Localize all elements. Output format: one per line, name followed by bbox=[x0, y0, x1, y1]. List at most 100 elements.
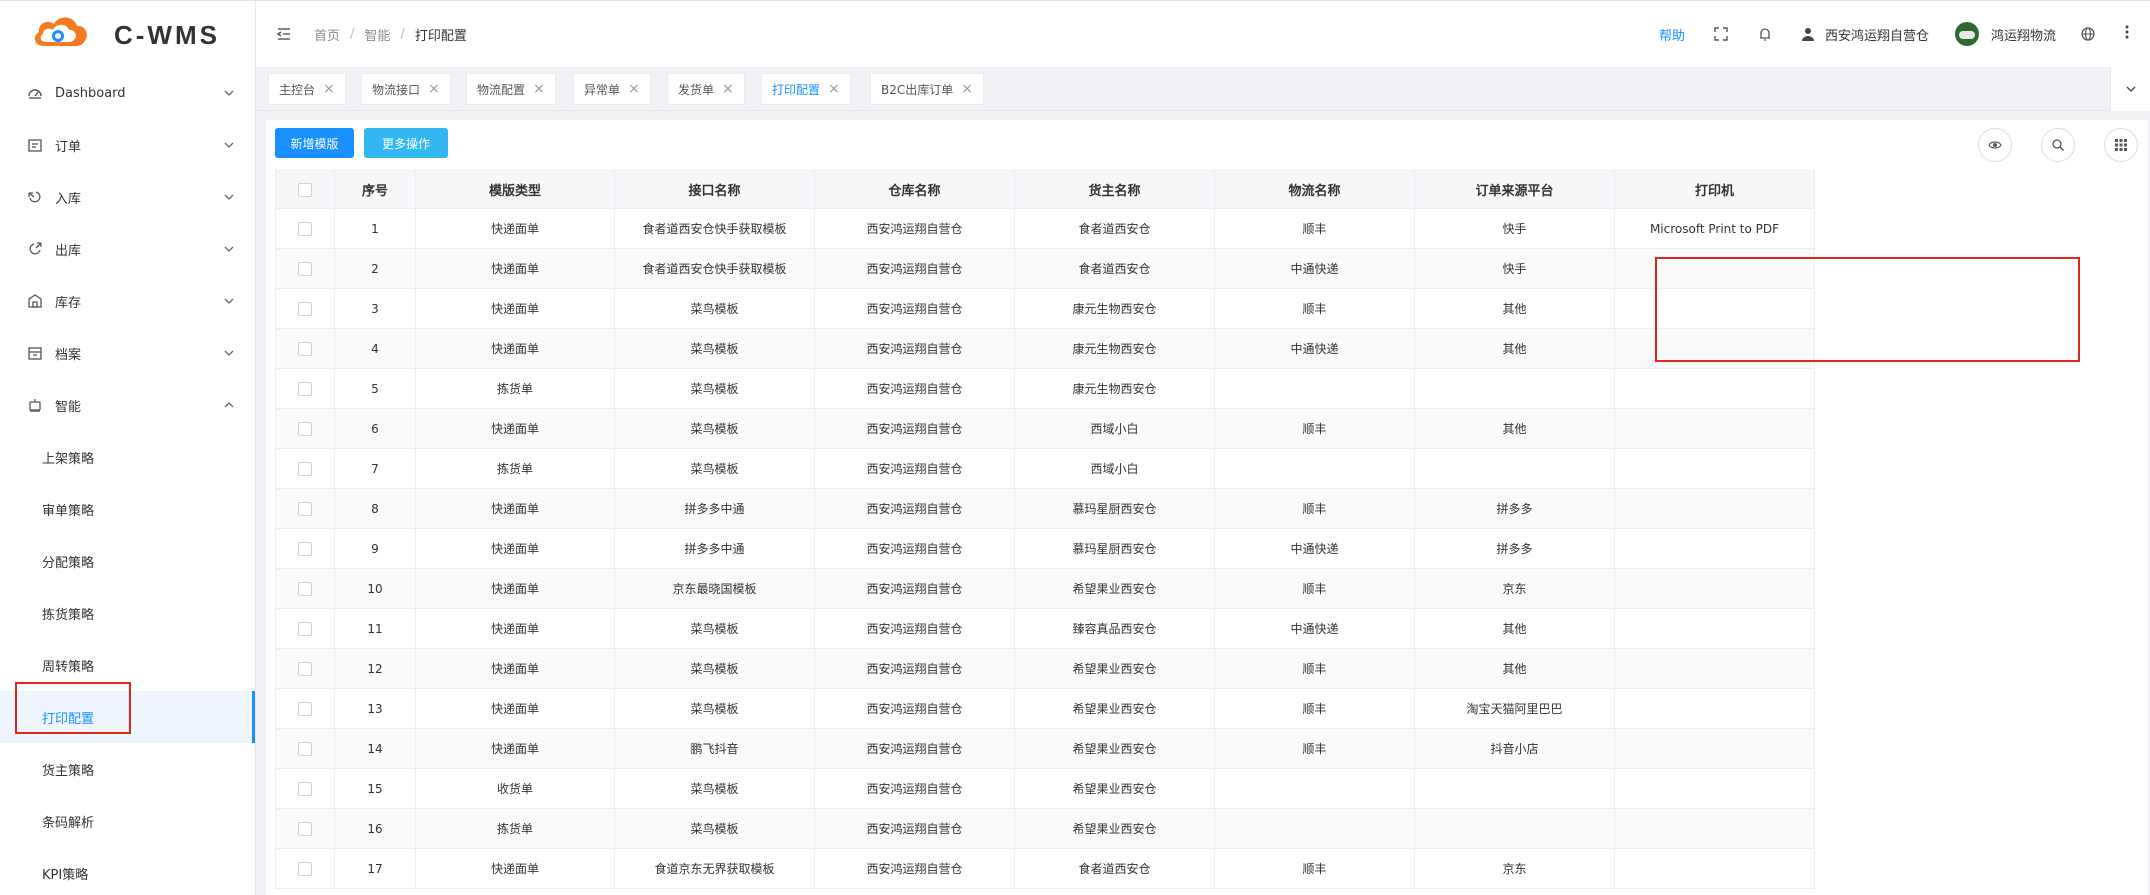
close-icon[interactable]: × bbox=[533, 82, 545, 96]
row-select-cell[interactable] bbox=[275, 608, 335, 649]
row-checkbox[interactable] bbox=[298, 341, 312, 356]
row-checkbox[interactable] bbox=[298, 581, 312, 596]
sidebar-subitem-picking[interactable]: 拣货策略 bbox=[0, 587, 255, 639]
row-select-cell[interactable] bbox=[275, 208, 335, 249]
sidebar-item-order[interactable]: 订单 bbox=[0, 119, 255, 171]
help-link[interactable]: 帮助 bbox=[1659, 25, 1685, 44]
row-select-cell[interactable] bbox=[275, 728, 335, 769]
row-select-cell[interactable] bbox=[275, 408, 335, 449]
row-select-cell[interactable] bbox=[275, 368, 335, 409]
close-icon[interactable]: × bbox=[628, 82, 640, 96]
more-vertical-icon[interactable] bbox=[2124, 24, 2130, 44]
close-icon[interactable]: × bbox=[428, 82, 440, 96]
row-select-cell[interactable] bbox=[275, 488, 335, 529]
breadcrumb-smart[interactable]: 智能 bbox=[364, 25, 390, 44]
sidebar-item-outbound[interactable]: 出库 bbox=[0, 223, 255, 275]
row-checkbox[interactable] bbox=[298, 261, 312, 276]
row-select-cell[interactable] bbox=[275, 288, 335, 329]
row-checkbox[interactable] bbox=[298, 381, 312, 396]
tab-console[interactable]: 主控台 × bbox=[268, 73, 346, 105]
menu-fold-icon[interactable] bbox=[276, 26, 292, 42]
table-cell: 康元生物西安仓 bbox=[1014, 288, 1215, 329]
row-checkbox[interactable] bbox=[298, 741, 312, 756]
table-row[interactable]: 3 快递面单 菜鸟模板 西安鸿运翔自营仓 康元生物西安仓 顺丰 其他 bbox=[275, 288, 1815, 329]
row-select-cell[interactable] bbox=[275, 848, 335, 889]
row-checkbox[interactable] bbox=[298, 301, 312, 316]
add-template-button[interactable]: 新增模版 bbox=[275, 128, 354, 158]
table-row[interactable]: 7 拣货单 菜鸟模板 西安鸿运翔自营仓 西域小白 bbox=[275, 448, 1815, 489]
table-row[interactable]: 13 快递面单 菜鸟模板 西安鸿运翔自营仓 希望果业西安仓 顺丰 淘宝天猫阿里巴巴 bbox=[275, 688, 1815, 729]
sidebar-item-smart[interactable]: 智能 bbox=[0, 379, 255, 431]
close-icon[interactable]: × bbox=[722, 82, 734, 96]
table-row[interactable]: 8 快递面单 拼多多中通 西安鸿运翔自营仓 慕玛星厨西安仓 顺丰 拼多多 bbox=[275, 488, 1815, 529]
sidebar-subitem-kpi[interactable]: KPI策略 bbox=[0, 847, 255, 895]
sidebar-item-dashboard[interactable]: Dashboard bbox=[0, 67, 255, 119]
table-row[interactable]: 12 快递面单 菜鸟模板 西安鸿运翔自营仓 希望果业西安仓 顺丰 其他 bbox=[275, 648, 1815, 689]
more-actions-button[interactable]: 更多操作 bbox=[364, 128, 448, 158]
tab-label: B2C出库订单 bbox=[881, 82, 954, 97]
row-select-cell[interactable] bbox=[275, 768, 335, 809]
tab-logistics-config[interactable]: 物流配置 × bbox=[466, 73, 556, 105]
row-checkbox[interactable] bbox=[298, 541, 312, 556]
bell-icon[interactable] bbox=[1757, 26, 1773, 42]
fullscreen-icon[interactable] bbox=[1713, 26, 1729, 42]
tabs-dropdown[interactable] bbox=[2110, 67, 2150, 111]
close-icon[interactable]: × bbox=[961, 82, 973, 96]
row-select-cell[interactable] bbox=[275, 568, 335, 609]
row-select-cell[interactable] bbox=[275, 528, 335, 569]
globe-icon[interactable] bbox=[2080, 26, 2096, 42]
table-row[interactable]: 15 收货单 菜鸟模板 西安鸿运翔自营仓 希望果业西安仓 bbox=[275, 768, 1815, 809]
sidebar-subitem-allocation[interactable]: 分配策略 bbox=[0, 535, 255, 587]
row-checkbox[interactable] bbox=[298, 461, 312, 476]
row-select-cell[interactable] bbox=[275, 688, 335, 729]
search-button[interactable] bbox=[2041, 128, 2075, 162]
sidebar-item-inbound[interactable]: 入库 bbox=[0, 171, 255, 223]
table-row[interactable]: 10 快递面单 京东最晓国模板 西安鸿运翔自营仓 希望果业西安仓 顺丰 京东 bbox=[275, 568, 1815, 609]
close-icon[interactable]: × bbox=[828, 82, 840, 96]
table-row[interactable]: 17 快递面单 食道京东无界获取模板 西安鸿运翔自营仓 食者道西安仓 顺丰 京东 bbox=[275, 848, 1815, 889]
row-select-cell[interactable] bbox=[275, 248, 335, 289]
grid-settings-button[interactable] bbox=[2104, 128, 2138, 162]
row-select-cell[interactable] bbox=[275, 808, 335, 849]
table-row[interactable]: 6 快递面单 菜鸟模板 西安鸿运翔自营仓 西域小白 顺丰 其他 bbox=[275, 408, 1815, 449]
sidebar-item-archive[interactable]: 档案 bbox=[0, 327, 255, 379]
sidebar-subitem-owner[interactable]: 货主策略 bbox=[0, 743, 255, 795]
row-checkbox[interactable] bbox=[298, 421, 312, 436]
row-select-cell[interactable] bbox=[275, 328, 335, 369]
tab-b2c-outbound[interactable]: B2C出库订单 × bbox=[870, 73, 984, 105]
breadcrumb-home[interactable]: 首页 bbox=[314, 25, 340, 44]
row-checkbox[interactable] bbox=[298, 661, 312, 676]
table-row[interactable]: 5 拣货单 菜鸟模板 西安鸿运翔自营仓 康元生物西安仓 bbox=[275, 368, 1815, 409]
user-menu[interactable]: 西安鸿运翔自营仓 bbox=[1801, 25, 1929, 44]
sidebar-subitem-audit[interactable]: 审单策略 bbox=[0, 483, 255, 535]
row-checkbox[interactable] bbox=[298, 861, 312, 876]
row-checkbox[interactable] bbox=[298, 781, 312, 796]
tab-shipment[interactable]: 发货单 × bbox=[667, 73, 745, 105]
row-select-cell[interactable] bbox=[275, 448, 335, 489]
tab-print-config[interactable]: 打印配置 × bbox=[761, 73, 851, 105]
row-checkbox[interactable] bbox=[298, 221, 312, 236]
select-all-cell[interactable] bbox=[275, 170, 335, 209]
select-all-checkbox[interactable] bbox=[298, 182, 312, 197]
tab-exception[interactable]: 异常单 × bbox=[573, 73, 651, 105]
table-row[interactable]: 2 快递面单 食者道西安仓快手获取模板 西安鸿运翔自营仓 食者道西安仓 中通快递 快手 bbox=[275, 248, 1815, 289]
close-icon[interactable]: × bbox=[323, 82, 335, 96]
sidebar-subitem-putaway[interactable]: 上架策略 bbox=[0, 431, 255, 483]
row-checkbox[interactable] bbox=[298, 701, 312, 716]
table-row[interactable]: 1 快递面单 食者道西安仓快手获取模板 西安鸿运翔自营仓 食者道西安仓 顺丰 快手 Micro… bbox=[275, 208, 1815, 249]
row-checkbox[interactable] bbox=[298, 501, 312, 516]
table-row[interactable]: 14 快递面单 鹏飞抖音 西安鸿运翔自营仓 希望果业西安仓 顺丰 抖音小店 bbox=[275, 728, 1815, 769]
org-switcher[interactable]: 鸿运翔物流 bbox=[1954, 22, 2056, 46]
column-visibility-button[interactable] bbox=[1978, 128, 2012, 162]
row-select-cell[interactable] bbox=[275, 648, 335, 689]
table-row[interactable]: 9 快递面单 拼多多中通 西安鸿运翔自营仓 慕玛星厨西安仓 中通快递 拼多多 bbox=[275, 528, 1815, 569]
row-checkbox[interactable] bbox=[298, 821, 312, 836]
tab-logistics-api[interactable]: 物流接口 × bbox=[361, 73, 451, 105]
table-row[interactable]: 11 快递面单 菜鸟模板 西安鸿运翔自营仓 臻容真品西安仓 中通快递 其他 bbox=[275, 608, 1815, 649]
logo[interactable]: C-WMS bbox=[0, 1, 255, 67]
table-row[interactable]: 4 快递面单 菜鸟模板 西安鸿运翔自营仓 康元生物西安仓 中通快递 其他 bbox=[275, 328, 1815, 369]
table-row[interactable]: 16 拣货单 菜鸟模板 西安鸿运翔自营仓 希望果业西安仓 bbox=[275, 808, 1815, 849]
sidebar-item-inventory[interactable]: 库存 bbox=[0, 275, 255, 327]
row-checkbox[interactable] bbox=[298, 621, 312, 636]
sidebar-subitem-barcode[interactable]: 条码解析 bbox=[0, 795, 255, 847]
